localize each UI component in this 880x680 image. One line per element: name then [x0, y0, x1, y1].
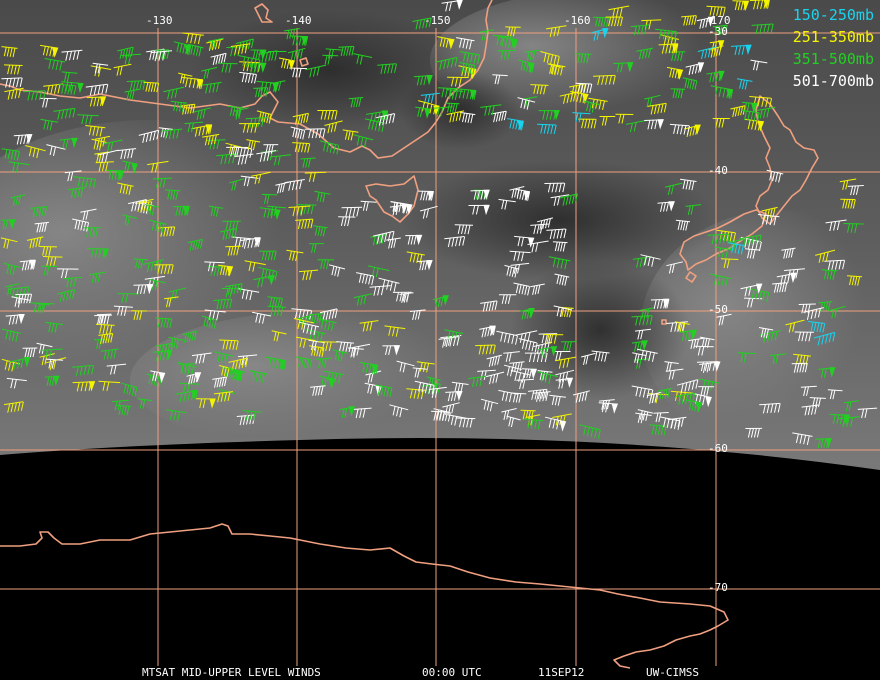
legend-item-501-700: 501-700mb	[792, 72, 874, 90]
footer-product: MTSAT MID-UPPER LEVEL WINDS	[142, 666, 321, 679]
lon-label-150: -150	[424, 14, 451, 27]
lat-label-70: -70	[708, 581, 728, 594]
legend-item-150-250: 150-250mb	[792, 6, 874, 24]
pressure-legend: 150-250mb 251-350mb 351-500mb 501-700mb	[793, 4, 874, 92]
footer-caption: MTSAT MID-UPPER LEVEL WINDS 00:00 UTC 11…	[0, 666, 880, 680]
footer-time: 00:00 UTC	[422, 666, 482, 679]
lon-label-160: -160	[564, 14, 591, 27]
legend-item-351-500: 351-500mb	[792, 50, 874, 68]
footer-source: UW-CIMSS	[646, 666, 699, 679]
satellite-imagery	[0, 0, 880, 470]
lat-label-40: -40	[708, 164, 728, 177]
footer-date: 11SEP12	[538, 666, 585, 679]
lon-label-140: -140	[285, 14, 312, 27]
lat-label-30: -30	[708, 25, 728, 38]
lat-label-60: -60	[708, 442, 728, 455]
lon-label-130: -130	[146, 14, 173, 27]
map-canvas	[0, 0, 880, 669]
lat-label-50: -50	[708, 303, 728, 316]
satellite-wind-map: -130 -140 -150 -160 -170 -30 -40 -50 -60…	[0, 0, 880, 680]
legend-item-251-350: 251-350mb	[792, 28, 874, 46]
